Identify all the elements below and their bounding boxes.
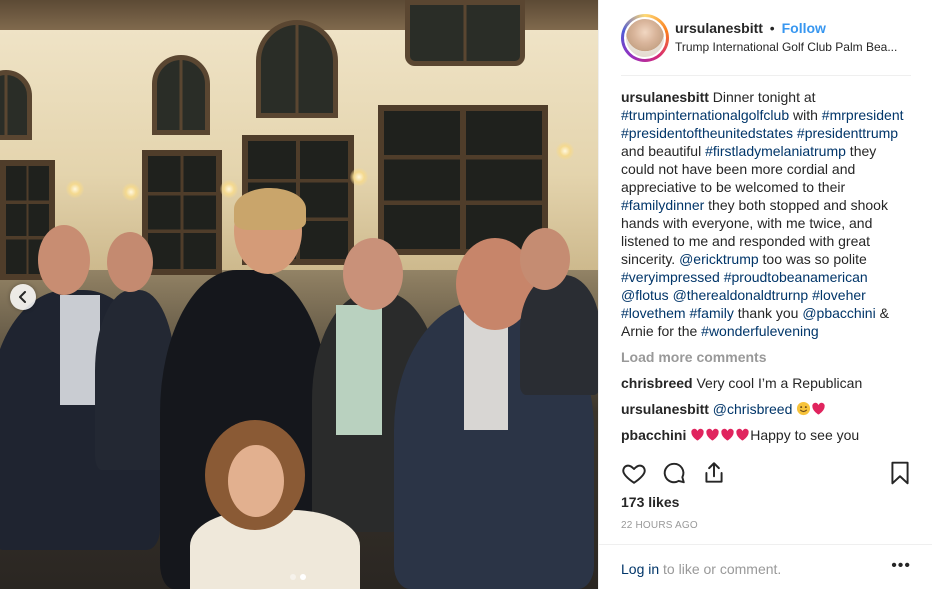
header-text: ursulanesbitt • Follow Trump Internation… — [675, 19, 911, 57]
likes-count[interactable]: 173 likes — [621, 494, 679, 510]
login-row: Log in to like or comment. ••• — [599, 544, 932, 589]
heart-emoji — [812, 402, 825, 415]
header-divider — [621, 75, 911, 76]
photo-sconce — [556, 142, 574, 160]
previous-slide-button[interactable] — [10, 284, 36, 310]
photo-sconce — [350, 168, 368, 186]
slide-dot — [290, 574, 296, 580]
smile-emoji — [797, 401, 811, 416]
action-bar — [621, 460, 913, 488]
post-timestamp[interactable]: 22 HOURS AGO — [621, 520, 698, 531]
photo-sconce — [220, 180, 238, 198]
share-button[interactable] — [701, 460, 727, 486]
load-more-comments-button[interactable]: Load more comments — [621, 348, 913, 366]
location-link[interactable]: Trump International Golf Club Palm Bea..… — [675, 38, 911, 57]
hashtag-link[interactable]: @therealdonaldtrurnp — [673, 287, 809, 303]
more-options-button[interactable]: ••• — [891, 557, 911, 575]
username-line: ursulanesbitt • Follow — [675, 19, 911, 38]
save-button[interactable] — [887, 460, 913, 486]
caption-segment: thank you — [733, 305, 803, 321]
photo-sconce — [66, 180, 84, 198]
hashtag-link[interactable]: #presidenttrump — [797, 125, 898, 141]
follow-button[interactable]: Follow — [782, 20, 826, 36]
photo-head — [38, 225, 90, 295]
post-photo[interactable] — [0, 0, 598, 589]
comment-icon — [663, 462, 685, 484]
hashtag-link[interactable]: #firstladymelaniatrump — [705, 143, 846, 159]
comment-username[interactable]: ursulanesbitt — [621, 401, 709, 417]
comments-list[interactable]: ursulanesbitt Dinner tonight at #trumpin… — [621, 88, 913, 455]
photo-head — [343, 238, 403, 310]
comment-username[interactable]: chrisbreed — [621, 375, 693, 391]
photo-window — [142, 150, 222, 275]
hashtag-link[interactable]: #familydinner — [621, 197, 704, 213]
hashtag-link[interactable]: @ericktrump — [679, 251, 759, 267]
login-link[interactable]: Log in — [621, 561, 659, 577]
comment-item: chrisbreed Very cool I’m a Republican — [621, 374, 913, 392]
comment-item: ursulanesbitt @chrisbreed — [621, 400, 913, 418]
hashtag-link[interactable]: #proudtobeanamerican — [724, 269, 868, 285]
photo-arch-window — [0, 70, 32, 140]
hashtag-link[interactable]: @flotus — [621, 287, 669, 303]
photo-arch-window — [405, 0, 525, 66]
post-details-panel: ursulanesbitt • Follow Trump Internation… — [598, 0, 932, 589]
heart-emoji — [721, 428, 734, 441]
caption-text: Dinner tonight at #trumpinternationalgol… — [621, 89, 904, 339]
header-separator: • — [769, 20, 775, 36]
caption-segment: and beautiful — [621, 143, 706, 159]
like-button[interactable] — [621, 460, 647, 486]
heart-emoji — [691, 428, 704, 441]
instagram-post: ursulanesbitt • Follow Trump Internation… — [0, 0, 932, 589]
caption-segment: too was so polite — [758, 251, 867, 267]
login-prompt: Log in to like or comment. — [621, 561, 781, 577]
avatar-story-ring[interactable] — [621, 14, 669, 62]
post-header: ursulanesbitt • Follow Trump Internation… — [599, 0, 932, 76]
hashtag-link[interactable]: #lovethem — [621, 305, 686, 321]
photo-arch-window — [152, 55, 210, 135]
avatar — [624, 17, 666, 59]
comment-username[interactable]: pbacchini — [621, 427, 686, 443]
photo-sconce — [122, 183, 140, 201]
login-suffix: to like or comment. — [659, 561, 782, 577]
photo-head — [520, 228, 570, 290]
comment-item: pbacchini Happy to see you — [621, 426, 913, 444]
caption-segment: with — [789, 107, 822, 123]
photo-person — [520, 275, 598, 395]
slide-indicator — [290, 574, 306, 580]
caption-username[interactable]: ursulanesbitt — [621, 89, 709, 105]
photo-shirt — [60, 295, 100, 405]
share-icon — [705, 462, 723, 483]
caption: ursulanesbitt Dinner tonight at #trumpin… — [621, 88, 913, 340]
hashtag-link[interactable]: @pbacchini — [802, 305, 875, 321]
comment-items: chrisbreed Very cool I’m a Republican urs… — [621, 374, 913, 444]
heart-emoji — [706, 428, 719, 441]
header-username[interactable]: ursulanesbitt — [675, 20, 763, 36]
mention-link[interactable]: @chrisbreed — [713, 401, 793, 417]
comment-button[interactable] — [661, 460, 687, 486]
photo-shirt — [336, 305, 382, 435]
hashtag-link[interactable]: #presidentoftheunitedstates — [621, 125, 793, 141]
comment-text: Happy to see you — [750, 427, 860, 443]
photo-face — [228, 445, 284, 517]
hashtag-link[interactable]: #mrpresident — [822, 107, 904, 123]
heart-icon — [622, 464, 646, 484]
heart-emoji — [736, 428, 749, 441]
photo-window — [378, 105, 548, 255]
chevron-left-icon — [19, 291, 26, 303]
slide-dot-active — [300, 574, 306, 580]
photo-head — [107, 232, 153, 292]
hashtag-link[interactable]: #loveher — [812, 287, 866, 303]
hashtag-link[interactable]: #veryimpressed — [621, 269, 720, 285]
comment-text: Very cool I’m a Republican — [696, 375, 863, 391]
hashtag-link[interactable]: #trumpinternationalgolfclub — [621, 107, 789, 123]
photo-hair — [234, 188, 306, 230]
photo-arch-window — [256, 20, 338, 118]
hashtag-link[interactable]: #wonderfulevening — [701, 323, 819, 339]
caption-segment: Dinner tonight at — [712, 89, 816, 105]
bookmark-icon — [891, 461, 909, 485]
hashtag-link[interactable]: #family — [689, 305, 733, 321]
